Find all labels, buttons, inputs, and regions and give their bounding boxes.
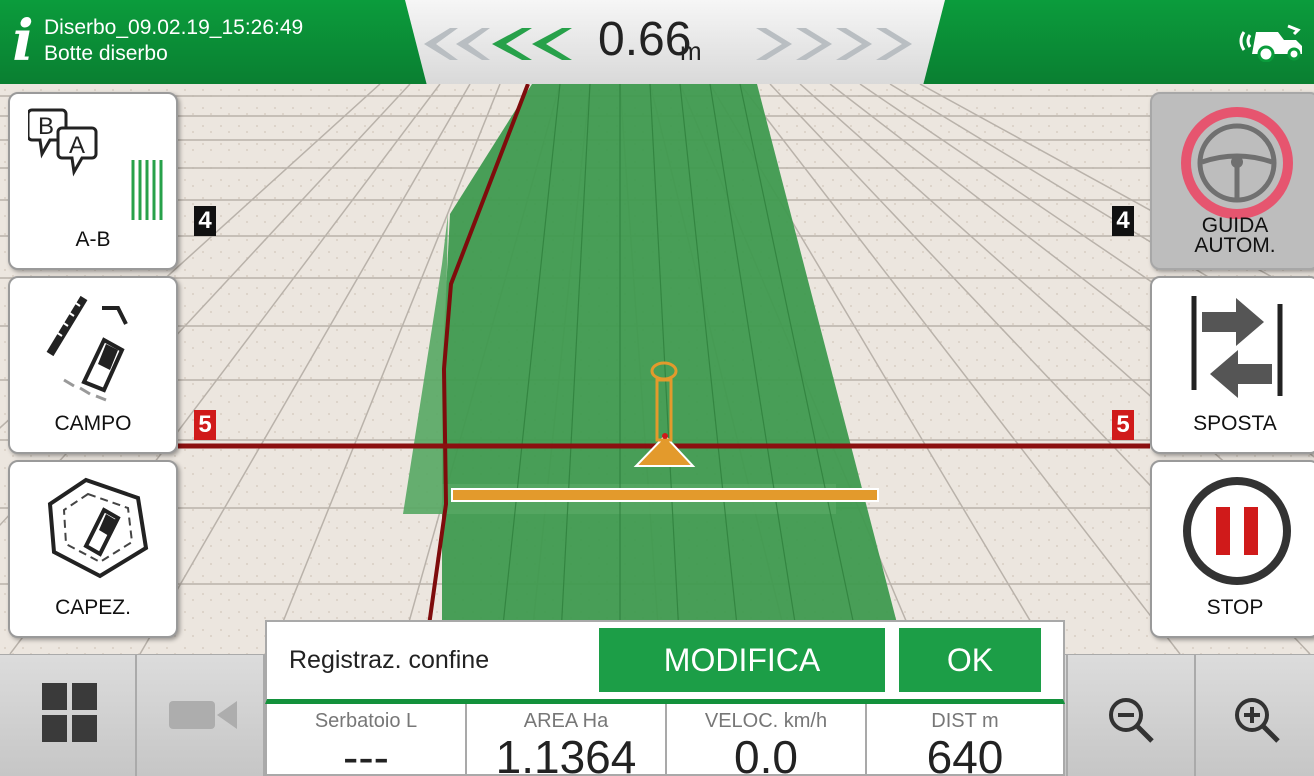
svg-text:A: A bbox=[69, 132, 85, 159]
autosteer-label-line2: AUTOM. bbox=[1194, 234, 1276, 257]
video-camera-icon bbox=[169, 701, 237, 729]
autosteer-button[interactable]: GUIDA AUTOM. bbox=[1150, 92, 1314, 270]
stat-tank: Serbatoio L --- bbox=[265, 704, 467, 776]
field-measure-icon bbox=[46, 295, 128, 402]
row-marker-right: 4 bbox=[1112, 206, 1134, 236]
boundary-recording-label: Registraz. confine bbox=[289, 646, 490, 674]
offset-value: 0.66 bbox=[598, 13, 692, 66]
shift-button[interactable]: SPOSTA bbox=[1150, 276, 1314, 454]
stat-area: AREA Ha 1.1364 bbox=[465, 704, 667, 776]
field-map-view[interactable]: 4 4 5 5 B A A-B CAMPO CAPEZ. GUIDA AUTOM… bbox=[0, 83, 1314, 655]
ab-line-button[interactable]: B A A-B bbox=[8, 92, 178, 270]
shift-label: SPOSTA bbox=[1193, 412, 1277, 435]
zoom-out-button[interactable] bbox=[1066, 655, 1194, 776]
steering-wheel-icon bbox=[1181, 107, 1293, 219]
field-button[interactable]: CAMPO bbox=[8, 276, 178, 454]
stat-speed-value: 0.0 bbox=[734, 731, 798, 776]
stat-area-value: 1.1364 bbox=[495, 731, 637, 776]
top-status-bar: i Diserbo_09.02.19_15:26:49 Botte diserb… bbox=[0, 0, 1314, 84]
svg-text:B: B bbox=[38, 113, 54, 140]
implement-bar bbox=[451, 488, 879, 502]
stat-distance-value: 640 bbox=[926, 731, 1004, 776]
modify-button[interactable]: MODIFICA bbox=[599, 628, 885, 692]
job-name: Diserbo_09.02.19_15:26:49 bbox=[44, 16, 304, 39]
menu-grid-button[interactable] bbox=[0, 655, 137, 776]
headland-button[interactable]: CAPEZ. bbox=[8, 460, 178, 638]
camera-button[interactable] bbox=[137, 655, 265, 776]
info-icon[interactable]: i bbox=[8, 10, 38, 72]
field-label: CAMPO bbox=[54, 412, 132, 435]
headland-label: CAPEZ. bbox=[55, 596, 131, 619]
stat-tank-value: --- bbox=[343, 731, 389, 776]
stat-speed: VELOC. km/h 0.0 bbox=[665, 704, 867, 776]
field-perspective-canvas bbox=[0, 83, 1314, 655]
left-chevrons-icon bbox=[424, 28, 572, 60]
row-marker-left: 4 bbox=[194, 206, 216, 236]
stop-button[interactable]: STOP bbox=[1150, 460, 1314, 638]
stop-label: STOP bbox=[1206, 596, 1264, 619]
right-chevrons-icon bbox=[756, 28, 912, 60]
offset-unit: m bbox=[680, 36, 702, 66]
implement-name: Botte diserbo bbox=[44, 42, 168, 65]
tractor-signal-icon bbox=[1239, 24, 1302, 62]
shift-arrows-icon bbox=[1191, 296, 1283, 398]
ab-points-icon: B A bbox=[28, 108, 163, 220]
boundary-recording-panel: Registraz. confine MODIFICA OK bbox=[265, 620, 1065, 704]
ok-button[interactable]: OK bbox=[899, 628, 1041, 692]
stat-distance: DIST m 640 bbox=[865, 704, 1065, 776]
zoom-in-icon bbox=[1235, 698, 1280, 743]
active-row-marker-right: 5 bbox=[1112, 410, 1134, 440]
ab-line-label: A-B bbox=[75, 228, 111, 251]
pause-icon bbox=[1183, 477, 1291, 585]
zoom-out-icon bbox=[1109, 698, 1154, 743]
headland-edit-icon bbox=[47, 477, 149, 579]
autosteer-label-line1: GUIDA bbox=[1201, 214, 1269, 237]
zoom-in-button[interactable] bbox=[1194, 655, 1314, 776]
active-row-marker-left: 5 bbox=[194, 410, 216, 440]
grid-icon bbox=[42, 683, 97, 742]
